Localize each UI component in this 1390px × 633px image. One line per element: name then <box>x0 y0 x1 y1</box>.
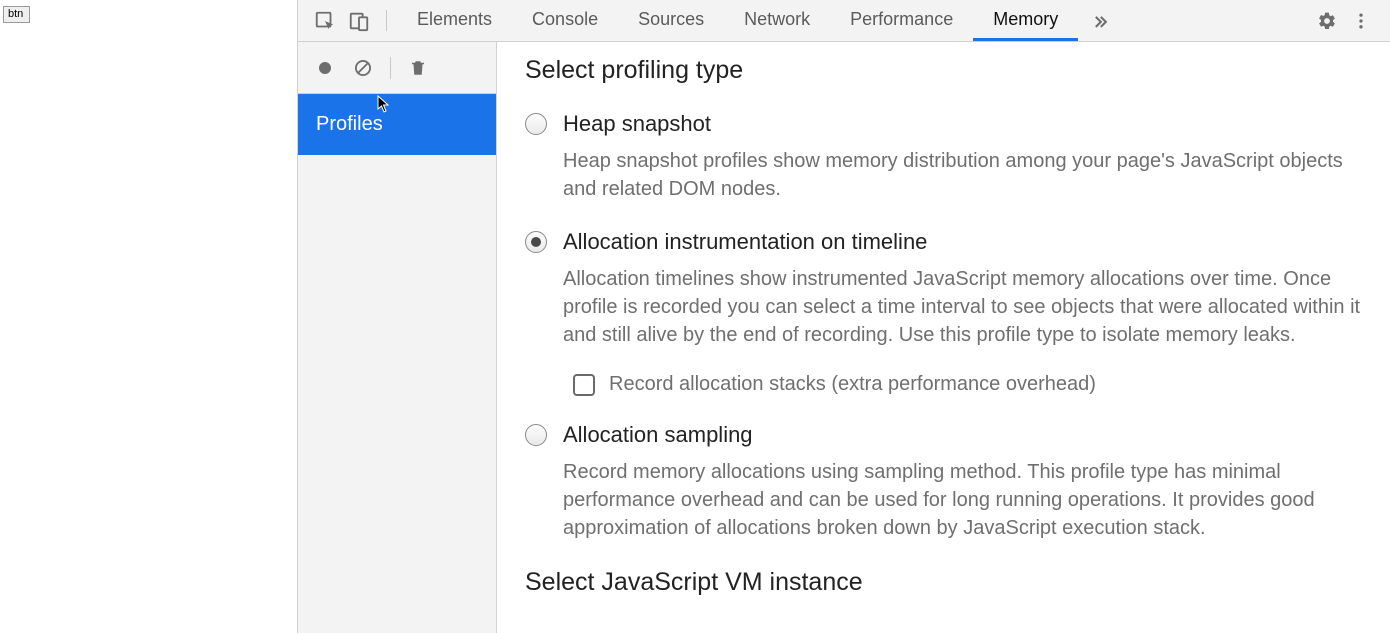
separator <box>386 10 387 31</box>
allocation-timeline-desc: Allocation timelines show instrumented J… <box>563 265 1362 349</box>
heap-snapshot-title: Heap snapshot <box>563 111 711 137</box>
separator <box>390 57 391 79</box>
allocation-timeline-radio[interactable] <box>525 231 547 253</box>
heap-snapshot-radio[interactable] <box>525 113 547 135</box>
devtools-tabbar: Elements Console Sources Network Perform… <box>298 0 1390 42</box>
delete-button[interactable] <box>401 52 435 84</box>
profiles-section[interactable]: Profiles <box>298 94 496 155</box>
record-stacks-label: Record allocation stacks (extra performa… <box>609 373 1096 396</box>
allocation-sampling-radio[interactable] <box>525 424 547 446</box>
inspect-icon[interactable] <box>308 0 342 41</box>
tab-network[interactable]: Network <box>724 0 830 41</box>
option-allocation-sampling: Allocation sampling Record memory alloca… <box>525 422 1362 542</box>
tab-console[interactable]: Console <box>512 0 618 41</box>
option-allocation-timeline: Allocation instrumentation on timeline A… <box>525 229 1362 396</box>
tab-list: Elements Console Sources Network Perform… <box>397 0 1122 41</box>
tab-elements[interactable]: Elements <box>397 0 512 41</box>
allocation-timeline-title: Allocation instrumentation on timeline <box>563 229 927 255</box>
kebab-menu-icon[interactable] <box>1344 11 1378 31</box>
record-button[interactable] <box>308 52 342 84</box>
devtools-panel: Elements Console Sources Network Perform… <box>297 0 1390 633</box>
settings-icon[interactable] <box>1310 11 1344 31</box>
tab-performance[interactable]: Performance <box>830 0 973 41</box>
device-toggle-icon[interactable] <box>342 0 376 41</box>
tab-memory[interactable]: Memory <box>973 0 1078 41</box>
clear-button[interactable] <box>346 52 380 84</box>
tab-overflow-icon[interactable] <box>1078 0 1122 41</box>
select-vm-title: Select JavaScript VM instance <box>525 568 1362 597</box>
page-button[interactable]: btn <box>3 6 30 23</box>
sidebar: Profiles <box>298 42 497 633</box>
allocation-sampling-title: Allocation sampling <box>563 422 753 448</box>
record-stacks-checkbox[interactable] <box>573 374 595 396</box>
main-panel: Select profiling type Heap snapshot Heap… <box>497 42 1390 633</box>
tab-sources[interactable]: Sources <box>618 0 724 41</box>
select-profiling-type-title: Select profiling type <box>525 56 1362 85</box>
option-heap-snapshot: Heap snapshot Heap snapshot profiles sho… <box>525 111 1362 203</box>
allocation-sampling-desc: Record memory allocations using sampling… <box>563 458 1362 542</box>
sidebar-toolbar <box>298 42 496 94</box>
heap-snapshot-desc: Heap snapshot profiles show memory distr… <box>563 147 1362 203</box>
